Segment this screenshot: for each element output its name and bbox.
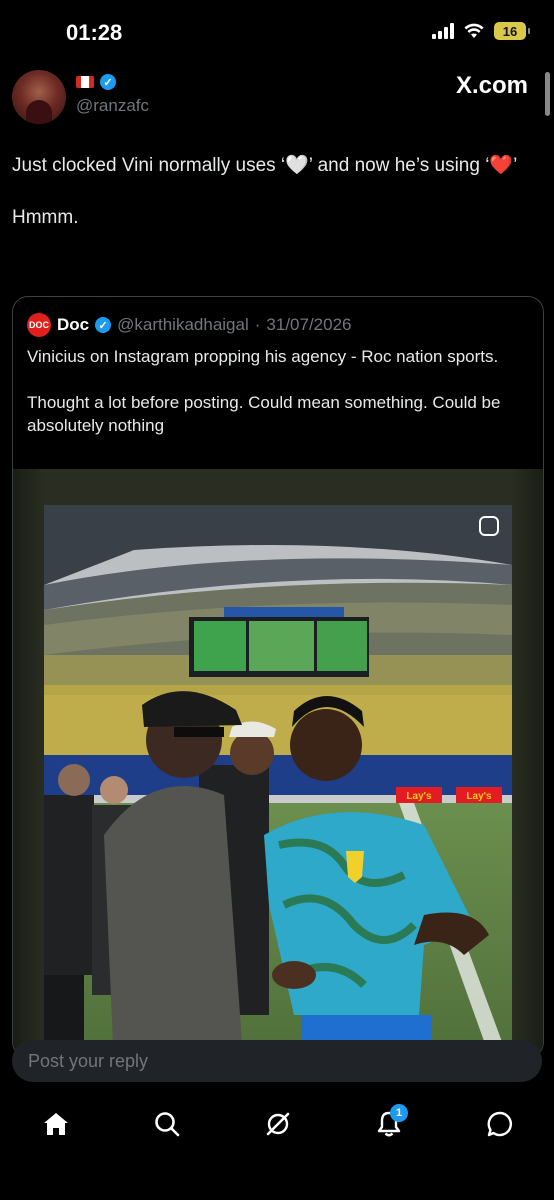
verified-badge-icon: ✓ xyxy=(100,74,116,90)
photo-illustration: Lay's Lay's xyxy=(44,505,512,1057)
quoted-text-line: Vinicius on Instagram propping his agenc… xyxy=(27,347,499,366)
cellular-signal-icon xyxy=(432,23,454,39)
search-icon xyxy=(155,1112,180,1137)
grok-icon xyxy=(266,1112,290,1136)
brand-watermark: X.com xyxy=(455,72,528,99)
scroll-indicator xyxy=(545,72,550,116)
ad-board-label: Lay's xyxy=(406,791,432,802)
tweet-text-line: Just clocked Vini normally uses ‘🤍’ and … xyxy=(12,155,518,176)
quoted-media[interactable]: Lay's Lay's xyxy=(13,469,543,1057)
quoted-tweet[interactable]: DOC Doc ✓ @karthikadhaigal · 31/07/2026 … xyxy=(12,296,544,1058)
tab-home[interactable] xyxy=(31,1102,81,1146)
tab-search[interactable] xyxy=(142,1102,192,1146)
quoted-text-line: Thought a lot before posting. Could mean… xyxy=(27,393,501,435)
separator-dot: · xyxy=(254,315,261,334)
reply-input[interactable]: Post your reply xyxy=(12,1040,542,1082)
quoted-author-handle[interactable]: @karthikadhaigal xyxy=(117,315,249,335)
home-icon xyxy=(44,1113,68,1135)
battery-icon: 16 xyxy=(494,22,530,40)
status-time: 01:28 xyxy=(66,20,123,45)
canada-flag-icon xyxy=(76,76,94,88)
quoted-date: 31/07/2026 xyxy=(266,315,352,334)
quoted-author-name[interactable]: Doc xyxy=(57,315,89,335)
tab-grok[interactable] xyxy=(253,1102,303,1146)
ad-board-label: Lay's xyxy=(466,791,492,802)
notification-count-badge: 1 xyxy=(390,1104,408,1122)
quoted-avatar[interactable]: DOC xyxy=(27,313,51,337)
tab-notifications[interactable]: 1 xyxy=(364,1102,414,1146)
verified-badge-icon: ✓ xyxy=(95,317,112,333)
wifi-icon xyxy=(464,23,484,38)
author-avatar[interactable] xyxy=(12,70,66,124)
stadium-photo[interactable]: Lay's Lay's xyxy=(44,505,512,1057)
status-icons: 16 xyxy=(432,22,530,40)
quoted-tweet-header: DOC Doc ✓ @karthikadhaigal · 31/07/2026 xyxy=(27,313,352,337)
bottom-tab-bar: 1 xyxy=(0,1092,554,1200)
author-handle[interactable]: @ranzafc xyxy=(76,96,149,116)
tweet-text-line: Hmmm. xyxy=(12,207,79,228)
messages-icon xyxy=(487,1111,513,1137)
reply-placeholder: Post your reply xyxy=(28,1050,149,1071)
tab-messages[interactable] xyxy=(475,1102,525,1146)
quoted-tweet-text: Vinicius on Instagram propping his agenc… xyxy=(27,345,532,460)
tweet-text: Just clocked Vini normally uses ‘🤍’ and … xyxy=(12,153,532,257)
